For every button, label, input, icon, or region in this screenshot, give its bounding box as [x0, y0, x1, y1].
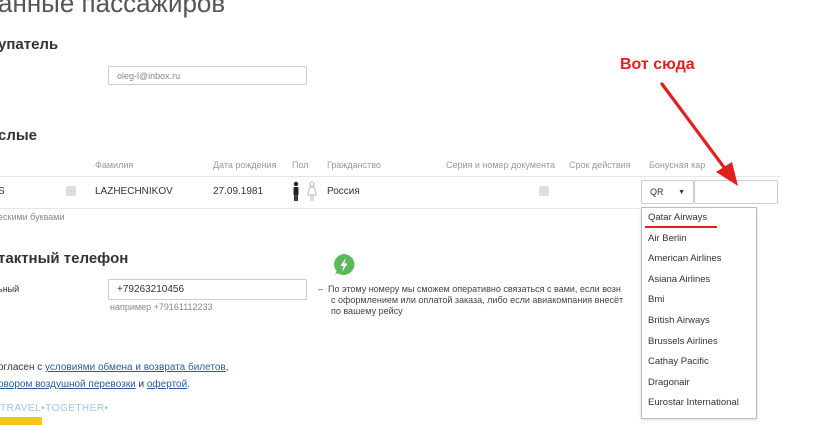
- agreement-line-1: огласен с условиями обмена и возврата би…: [0, 362, 228, 373]
- submit-button[interactable]: [0, 417, 42, 425]
- airline-option[interactable]: Air Berlin: [648, 233, 687, 244]
- phone-example: например +79161112233: [110, 302, 213, 312]
- phone-field[interactable]: +79263210456: [108, 279, 307, 300]
- phone-info-text: – По этому номеру мы сможем оперативно с…: [318, 284, 623, 317]
- table-row-divider: [0, 208, 640, 209]
- airline-option[interactable]: American Airlines: [648, 253, 721, 264]
- edit-icon[interactable]: [66, 186, 76, 196]
- email-field[interactable]: oleg-l@inbox.ru: [108, 66, 307, 85]
- airline-option[interactable]: Qatar Airways: [648, 212, 707, 223]
- info-bubble-icon: [334, 254, 355, 276]
- airline-option[interactable]: Brussels Airlines: [648, 336, 718, 347]
- annotation-arrow-icon: [660, 82, 738, 186]
- column-surname: Фамилия: [95, 160, 134, 170]
- column-citizenship: Гражданство: [327, 160, 381, 170]
- watermark: •TRAVEL•TOGETHER•: [0, 403, 109, 414]
- phone-field-value: +79263210456: [117, 284, 185, 295]
- airline-option[interactable]: Dragonair: [648, 377, 690, 388]
- page-title: анные пассажиров: [0, 0, 226, 18]
- email-field-value: oleg-l@inbox.ru: [117, 70, 181, 81]
- sex-selector[interactable]: [291, 181, 319, 203]
- airline-dropdown[interactable]: Qatar Airways Air Berlin American Airlines…: [641, 207, 757, 419]
- agreement-line-2: овором воздушной перевозки и офертой.: [0, 379, 190, 390]
- info-line-2: с оформлением или оплатой заказа, либо е…: [331, 295, 624, 305]
- column-doc-number: Серия и номер документа: [446, 160, 555, 170]
- agreement-comma: ,: [225, 362, 229, 373]
- column-birthdate: Дата рождения: [213, 160, 277, 170]
- selected-underline: [645, 226, 717, 228]
- first-name-value: S: [0, 186, 5, 197]
- agreement-period: .: [187, 379, 190, 390]
- adults-section-title: слые: [0, 127, 38, 144]
- refund-terms-link[interactable]: условиями обмена и возврата билетов: [45, 362, 226, 373]
- airline-option[interactable]: Eurostar International: [648, 397, 739, 408]
- info-line-1: По этому номеру мы сможем оперативно свя…: [328, 284, 621, 294]
- agreement-prefix: огласен с: [0, 362, 46, 373]
- document-icon[interactable]: [539, 186, 549, 196]
- carriage-contract-link[interactable]: овором воздушной перевозки: [0, 379, 136, 390]
- airline-option[interactable]: Asiana Airlines: [648, 274, 710, 285]
- airline-option[interactable]: Cathay Pacific: [648, 356, 709, 367]
- airline-option[interactable]: British Airways: [648, 315, 710, 326]
- male-icon: [293, 181, 299, 201]
- surname-value: LAZHECHNIKOV: [95, 186, 173, 197]
- buyer-section-title: упатель: [0, 36, 59, 53]
- phone-section-title: тактный телефон: [0, 250, 129, 267]
- latin-letters-hint: ескими буквами: [0, 212, 65, 222]
- female-icon: [307, 181, 317, 201]
- annotation-label: Вот сюда: [620, 56, 695, 73]
- birthdate-value: 27.09.1981: [213, 186, 264, 197]
- offer-link[interactable]: офертой: [147, 379, 187, 390]
- column-sex: Пол: [292, 160, 309, 170]
- airline-option[interactable]: Bmi: [648, 294, 664, 305]
- info-line-3: по вашему рейсу: [331, 306, 403, 316]
- agreement-and: и: [135, 379, 147, 390]
- info-bullet: –: [318, 284, 329, 294]
- column-validity: Срок действия: [569, 160, 631, 170]
- citizenship-value: Россия: [327, 186, 360, 197]
- phone-label: ьный: [0, 284, 20, 294]
